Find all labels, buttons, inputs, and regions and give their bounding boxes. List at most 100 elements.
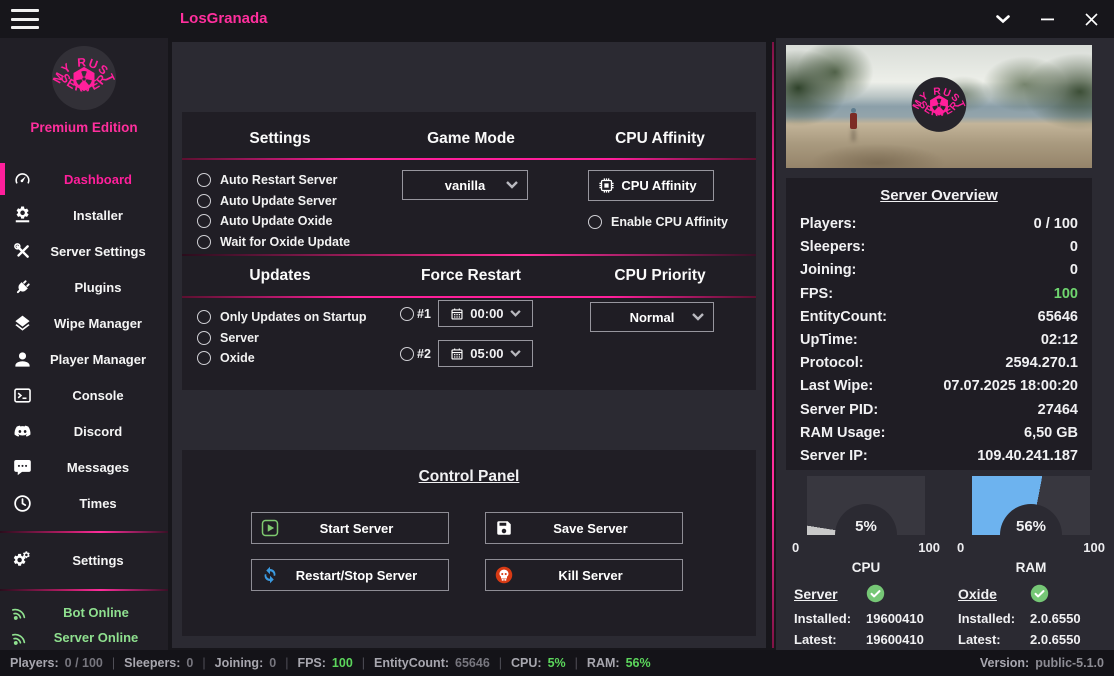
restart-time-select-1[interactable]: 00:00 — [437, 300, 533, 327]
server-version-block: Server Installed: 19600410 Latest: 1960041… — [794, 584, 924, 647]
calendar-icon — [451, 347, 463, 360]
game-mode-header: Game Mode — [427, 130, 515, 147]
radio-button[interactable] — [197, 214, 211, 229]
ram-gauge: 56% 0 100 RAM — [956, 476, 1106, 575]
oxide-version-block: Oxide Installed: 2.0.6550 Latest: 2.0.6550 — [958, 584, 1081, 647]
sidebar-item-times[interactable]: Times — [0, 485, 168, 521]
control-panel-title: Control Panel — [418, 468, 520, 485]
option-label: Enable CPU Affinity — [611, 215, 728, 230]
sidebar-divider — [0, 531, 168, 533]
check-icon — [1030, 584, 1049, 603]
sidebar-menu: Dashboard Installer Server Settings Plug… — [0, 161, 168, 521]
settings-header: Settings — [249, 130, 311, 147]
clock-icon — [12, 493, 32, 513]
minimize-icon[interactable] — [1032, 6, 1062, 32]
server-overview-box: Server Overview Players: 0 / 100 Sleepers… — [786, 178, 1092, 470]
option-label: Auto Restart Server — [220, 173, 338, 188]
button-label: Kill Server — [558, 567, 623, 583]
chevron-down-icon — [509, 310, 521, 317]
radio-button[interactable] — [197, 173, 211, 188]
radio-button[interactable] — [197, 234, 211, 249]
app-logo: MY RUST SERVER — [0, 38, 168, 112]
cpu-gauge: 5% 0 100 CPU — [791, 476, 941, 575]
dashboard-icon — [12, 169, 32, 189]
option-auto-restart-server: Auto Restart Server — [197, 170, 350, 191]
status-bar: Players: 0 / 100 | Sleepers: 0 | Joining: 0… — [0, 650, 1114, 676]
control-panel-card: Control Panel Start Server Save Server R… — [182, 450, 756, 636]
collapse-chevron-icon[interactable] — [988, 6, 1018, 32]
option-label: Only Updates on Startup — [220, 310, 367, 325]
stat-row-sleepers: Sleepers: 0 — [800, 239, 1078, 256]
restart-stop-server-button[interactable]: Restart/Stop Server — [251, 559, 449, 591]
cpu-chip-icon — [598, 177, 615, 194]
broadcast-icon — [9, 628, 29, 648]
radio-button[interactable] — [197, 193, 211, 208]
kill-server-button[interactable]: Kill Server — [485, 559, 683, 591]
sidebar-item-messages[interactable]: Messages — [0, 449, 168, 485]
cpu-affinity-button[interactable]: CPU Affinity — [588, 170, 714, 201]
layers-icon — [12, 313, 32, 333]
terminal-icon — [12, 385, 32, 405]
main-panel: Settings Game Mode CPU Affinity Auto Res… — [172, 42, 766, 648]
option-server: Server — [197, 328, 367, 349]
cpu-affinity-header: CPU Affinity — [615, 130, 705, 147]
sidebar-item-discord[interactable]: Discord — [0, 413, 168, 449]
stat-row-joining: Joining: 0 — [800, 262, 1078, 279]
sidebar-item-wipe-manager[interactable]: Wipe Manager — [0, 305, 168, 341]
stat-row-uptime: UpTime: 02:12 — [800, 332, 1078, 349]
option-auto-update-oxide: Auto Update Oxide — [197, 211, 350, 232]
server-version-title: Server — [794, 585, 838, 602]
cpu-gauge-label: CPU — [851, 560, 881, 575]
option-label: Wait for Oxide Update — [220, 234, 351, 249]
play-icon — [261, 519, 279, 537]
restart-time-select-2[interactable]: 05:00 — [437, 340, 533, 367]
chat-icon — [12, 457, 32, 477]
stat-row-server-pid: Server PID: 27464 — [800, 401, 1078, 418]
radio-button[interactable] — [588, 215, 602, 230]
radio-button[interactable] — [197, 310, 211, 325]
check-icon — [866, 584, 885, 603]
ram-gauge-label: RAM — [1015, 560, 1047, 575]
stat-row-players: Players: 0 / 100 — [800, 216, 1078, 232]
plug-icon — [12, 277, 32, 297]
edition-label: Premium Edition — [30, 120, 138, 135]
radio-button[interactable] — [197, 330, 211, 345]
sidebar-item-server-settings[interactable]: Server Settings — [0, 233, 168, 269]
radio-button[interactable] — [400, 346, 414, 361]
restart-time-value: 05:00 — [470, 346, 504, 361]
radio-button[interactable] — [197, 351, 211, 366]
calendar-icon — [451, 307, 463, 320]
save-server-button[interactable]: Save Server — [485, 512, 683, 544]
chevron-down-icon — [692, 313, 704, 321]
server-overview-panel: MY RUST SERVER Server Overview Pl — [776, 38, 1114, 650]
player-character — [850, 108, 857, 129]
sidebar-item-installer[interactable]: Installer — [0, 197, 168, 233]
sidebar-item-console[interactable]: Console — [0, 377, 168, 413]
force-restart-header: Force Restart — [421, 267, 521, 284]
option-oxide: Oxide — [197, 348, 367, 369]
sidebar-item-plugins[interactable]: Plugins — [0, 269, 168, 305]
stat-row-protocol: Protocol: 2594.270.1 — [800, 355, 1078, 372]
server-status: Server Online — [0, 625, 168, 650]
stat-row-ram-usage: RAM Usage: 6,50 GB — [800, 424, 1078, 441]
discord-icon — [12, 421, 32, 441]
start-server-button[interactable]: Start Server — [251, 512, 449, 544]
game-mode-value: vanilla — [444, 177, 486, 193]
sidebar-item-player-manager[interactable]: Player Manager — [0, 341, 168, 377]
sidebar-item-dashboard[interactable]: Dashboard — [0, 161, 168, 197]
radio-button[interactable] — [400, 306, 414, 321]
server-logo: MY RUST SERVER — [910, 75, 968, 138]
slot-number: #2 — [417, 346, 431, 361]
save-icon — [495, 519, 513, 537]
sidebar-item-settings[interactable]: Settings — [0, 543, 168, 579]
app-title: LosGranada — [180, 10, 268, 27]
option-label: Server — [220, 330, 259, 345]
cpu-priority-select[interactable]: Normal — [590, 302, 714, 332]
cpu-affinity-button-label: CPU Affinity — [621, 178, 697, 193]
header-underline — [182, 158, 756, 160]
updates-header: Updates — [249, 267, 311, 284]
game-mode-select[interactable]: vanilla — [402, 170, 528, 200]
hamburger-menu-icon[interactable] — [11, 9, 39, 29]
close-icon[interactable] — [1076, 6, 1106, 32]
settings-card: Settings Game Mode CPU Affinity Auto Res… — [182, 112, 756, 390]
